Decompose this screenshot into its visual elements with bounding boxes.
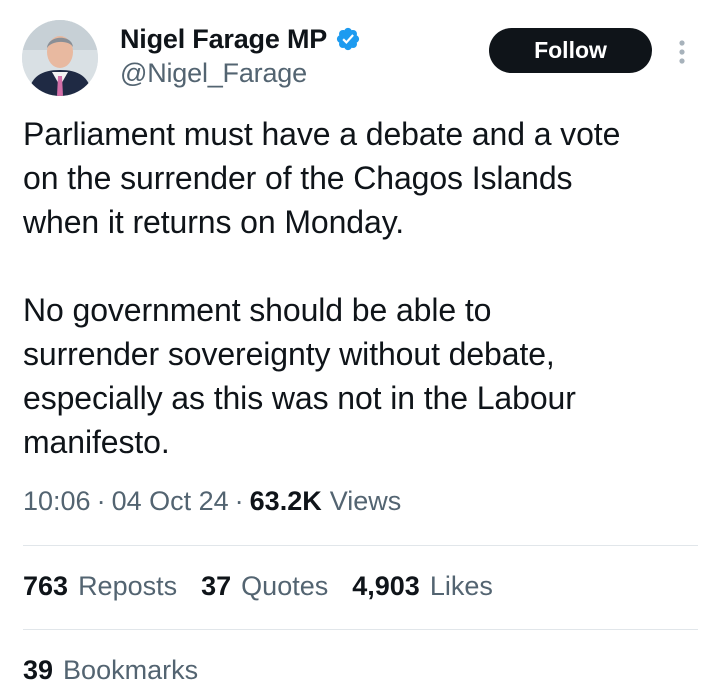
divider [23, 545, 698, 546]
bookmarks-stat-inner: 39 Bookmarks [23, 655, 198, 686]
divider [23, 629, 698, 630]
views-count: 63.2K [249, 486, 322, 516]
more-vertical-icon[interactable] [674, 38, 690, 66]
reposts-stat[interactable]: 763 Reposts [23, 571, 177, 602]
meta-separator: · [234, 486, 244, 516]
quotes-label: Quotes [241, 571, 329, 601]
bookmarks-count: 39 [23, 655, 54, 685]
avatar[interactable] [22, 20, 98, 96]
reposts-label: Reposts [78, 571, 178, 601]
quotes-stat[interactable]: 37 Quotes [201, 571, 328, 602]
likes-count: 4,903 [352, 571, 420, 601]
follow-button[interactable]: Follow [489, 28, 652, 73]
engagement-stats: 763 Reposts 37 Quotes 4,903 Likes [23, 571, 517, 602]
tweet-text: Parliament must have a debate and a vote… [23, 116, 621, 460]
reposts-count: 763 [23, 571, 69, 601]
likes-stat[interactable]: 4,903 Likes [352, 571, 493, 602]
quotes-count: 37 [201, 571, 232, 601]
tweet-date[interactable]: 04 Oct 24 [112, 486, 229, 517]
bookmarks-label: Bookmarks [63, 655, 199, 685]
tweet-header: Nigel Farage MP @Nigel_Farage Follow [22, 18, 698, 98]
author-handle[interactable]: @Nigel_Farage [120, 58, 361, 89]
author-identity: Nigel Farage MP @Nigel_Farage [120, 20, 361, 89]
name-row: Nigel Farage MP [120, 20, 361, 58]
tweet-time[interactable]: 10:06 [23, 486, 91, 517]
likes-label: Likes [429, 571, 493, 601]
tweet-meta: 10:06 · 04 Oct 24 · 63.2K Views [23, 486, 401, 517]
meta-separator: · [96, 486, 106, 516]
avatar-image [22, 20, 98, 96]
bookmarks-stat[interactable]: 39 Bookmarks [23, 655, 222, 686]
verified-badge-icon [335, 26, 361, 52]
views-label: Views [329, 486, 402, 516]
author-display-name[interactable]: Nigel Farage MP [120, 24, 327, 55]
